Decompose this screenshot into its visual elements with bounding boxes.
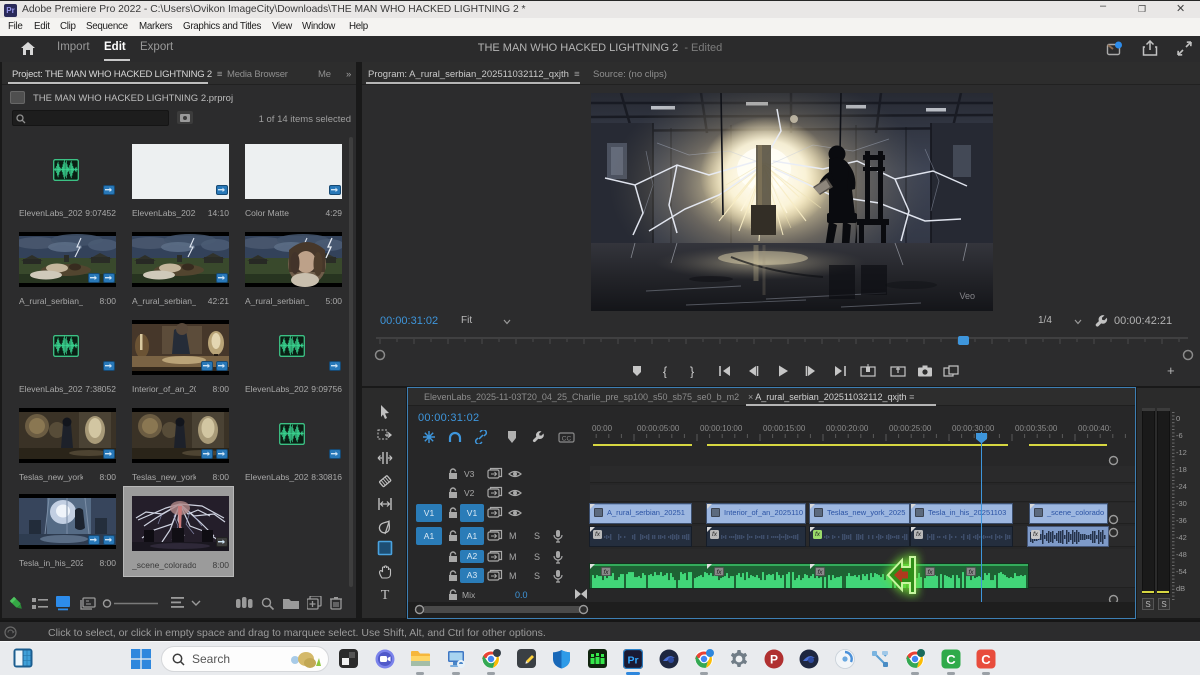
svg-text:T: T (381, 588, 390, 602)
svg-text:{: { (663, 364, 668, 378)
svg-text:C: C (981, 652, 991, 667)
svg-text:CC: CC (562, 436, 572, 443)
svg-text:Pr: Pr (627, 655, 638, 667)
svg-text:P: P (770, 653, 778, 667)
svg-text:Veo: Veo (959, 291, 975, 301)
svg-text:}: } (690, 364, 695, 378)
svg-text:C: C (946, 652, 956, 667)
